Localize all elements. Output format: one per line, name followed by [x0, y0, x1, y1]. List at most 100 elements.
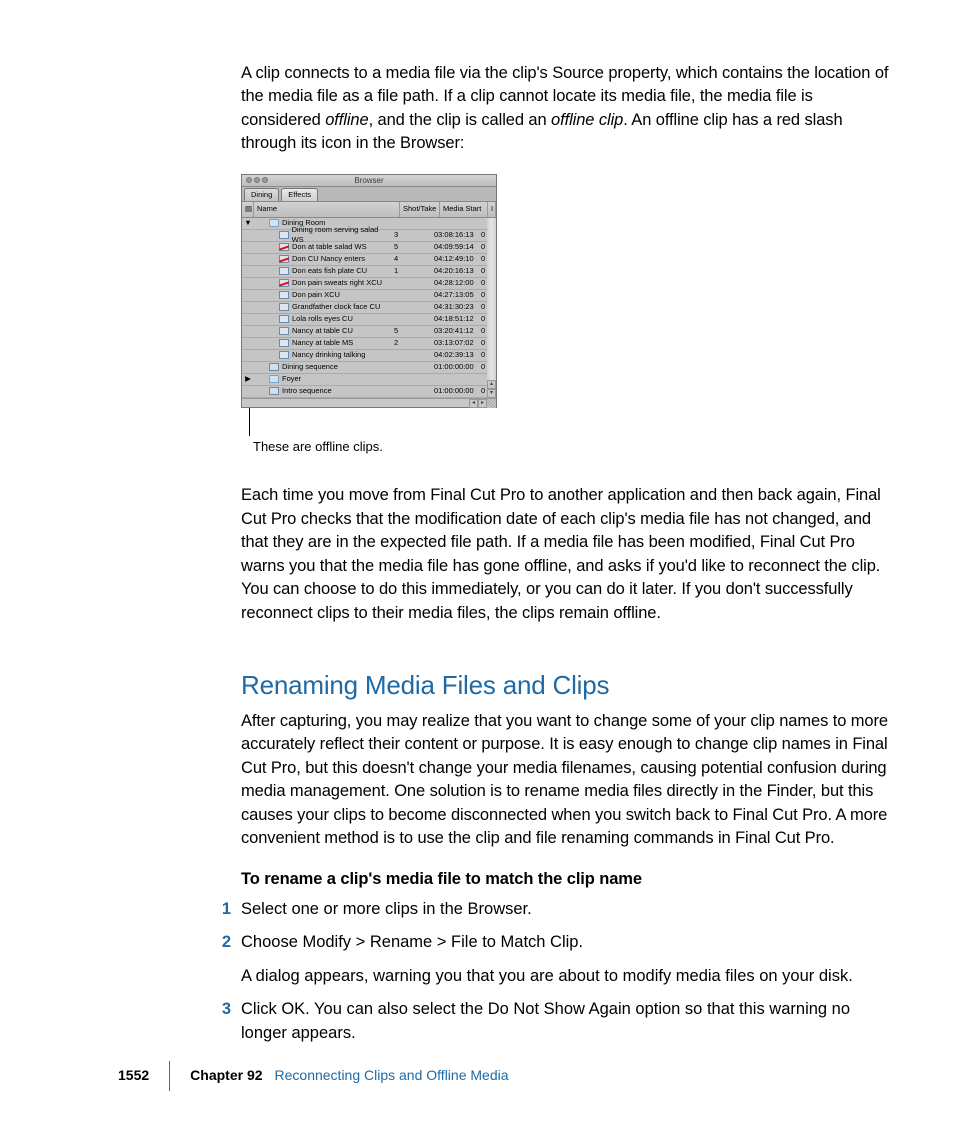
row-name: Nancy at table MS — [292, 338, 353, 349]
last-cell: 0 — [479, 242, 487, 253]
media-start-cell: 03:20:41:12 — [431, 326, 479, 337]
step-body: Choose Modify > Rename > File to Match C… — [241, 931, 894, 988]
offline-clip-icon — [279, 255, 289, 263]
name-cell: Don eats fish plate CU — [254, 266, 391, 277]
media-start-cell: 04:20:16:13 — [431, 266, 479, 277]
row-name: Foyer — [282, 374, 301, 385]
italic-term: offline clip — [551, 111, 623, 129]
name-cell: Foyer — [254, 374, 391, 385]
table-row[interactable]: Lola rolls eyes CU04:18:51:120 — [242, 314, 487, 326]
table-row[interactable]: Intro sequence01:00:00:000 — [242, 386, 487, 398]
last-cell: 0 — [479, 266, 487, 277]
name-cell: Lola rolls eyes CU — [254, 314, 391, 325]
rows-container: ▴ ▾ ▼Dining RoomDining room serving sala… — [242, 218, 496, 398]
table-row[interactable]: Dining sequence 01:00:00:000 — [242, 362, 487, 374]
table-row[interactable]: ▶ Foyer — [242, 374, 487, 386]
offline-clip-icon — [279, 243, 289, 251]
table-row[interactable]: Grandfather clock face CU04:31:30:230 — [242, 302, 487, 314]
media-start-cell: 01:00:00:00 — [431, 362, 479, 373]
name-cell: Intro sequence — [254, 386, 391, 397]
header-icon[interactable]: ▤ — [242, 202, 254, 217]
table-row[interactable]: Don at table salad WS504:09:59:140 — [242, 242, 487, 254]
scroll-down-icon[interactable]: ▾ — [487, 389, 496, 398]
horizontal-scrollbar[interactable]: ◂ ▸ — [242, 398, 496, 407]
sequence-icon — [269, 387, 279, 395]
name-cell: Dining sequence — [254, 362, 391, 373]
last-cell: 0 — [479, 314, 487, 325]
table-row[interactable]: Don CU Nancy enters404:12:49:100 — [242, 254, 487, 266]
task-heading: To rename a clip's media file to match t… — [241, 868, 894, 891]
clip-icon — [279, 351, 289, 359]
shot-cell: 3 — [391, 230, 431, 241]
table-row[interactable]: Don pain XCU04:27:13:050 — [242, 290, 487, 302]
shot-cell: 4 — [391, 254, 431, 265]
row-name: Don at table salad WS — [292, 242, 367, 253]
step-body: Click OK. You can also select the Do Not… — [241, 998, 894, 1045]
sequence-icon — [269, 363, 279, 371]
clip-icon — [279, 303, 289, 311]
table-row[interactable]: Nancy at table MS203:13:07:020 — [242, 338, 487, 350]
table-row[interactable]: Nancy at table CU503:20:41:120 — [242, 326, 487, 338]
content-column: A clip connects to a media file via the … — [178, 62, 894, 1045]
header-media[interactable]: Media Start — [440, 202, 488, 217]
page-number: 1552 — [118, 1066, 149, 1086]
disclosure-triangle-icon[interactable]: ▶ — [242, 374, 254, 385]
callout-line — [249, 408, 894, 436]
clip-icon — [279, 327, 289, 335]
figure-caption: These are offline clips. — [253, 438, 894, 456]
step-text: Click OK. You can also select the Do Not… — [241, 998, 894, 1045]
name-cell: Don pain sweats right XCU — [254, 278, 391, 289]
step: 2Choose Modify > Rename > File to Match … — [217, 931, 894, 988]
row-name: Don eats fish plate CU — [292, 266, 367, 277]
last-cell: 0 — [479, 254, 487, 265]
last-cell: 0 — [479, 230, 487, 241]
scroll-right-icon[interactable]: ▸ — [478, 399, 487, 408]
header-name[interactable]: Name — [254, 202, 400, 217]
page-footer: 1552 Chapter 92 Reconnecting Clips and O… — [0, 1061, 954, 1091]
resize-grip-icon[interactable] — [487, 399, 496, 408]
steps-list: 1Select one or more clips in the Browser… — [217, 898, 894, 1045]
scroll-left-icon[interactable]: ◂ — [469, 399, 478, 408]
last-cell: 0 — [479, 338, 487, 349]
table-row[interactable]: Don eats fish plate CU 104:20:16:130 — [242, 266, 487, 278]
disclosure-triangle-icon[interactable]: ▼ — [242, 218, 254, 229]
last-cell: 0 — [479, 362, 487, 373]
shot-cell: 1 — [391, 266, 431, 277]
shot-cell: 2 — [391, 338, 431, 349]
window-title: Browser — [242, 175, 496, 186]
row-name: Grandfather clock face CU — [292, 302, 380, 313]
media-start-cell: 04:31:30:23 — [431, 302, 479, 313]
section-heading: Renaming Media Files and Clips — [241, 667, 894, 704]
tab-dining[interactable]: Dining — [244, 188, 279, 202]
name-cell: Grandfather clock face CU — [254, 302, 391, 313]
tab-bar: Dining Effects — [242, 187, 496, 202]
vertical-scrollbar[interactable]: ▴ ▾ — [487, 218, 496, 398]
column-headers: ▤ Name Shot/Take Media Start I — [242, 201, 496, 218]
name-cell: Nancy drinking talking — [254, 350, 391, 361]
table-row[interactable]: Dining room serving salad WS303:08:16:13… — [242, 230, 487, 242]
step-text: Choose Modify > Rename > File to Match C… — [241, 931, 894, 954]
step-number: 1 — [217, 898, 241, 921]
table-row[interactable]: Nancy drinking talking 04:02:39:130 — [242, 350, 487, 362]
media-start-cell: 04:02:39:13 — [431, 350, 479, 361]
table-row[interactable]: Don pain sweats right XCU04:28:12:000 — [242, 278, 487, 290]
name-cell: Nancy at table MS — [254, 338, 391, 349]
row-name: Intro sequence — [282, 386, 332, 397]
header-shot[interactable]: Shot/Take — [400, 202, 440, 217]
text: , and the clip is called an — [369, 111, 551, 129]
scroll-up-icon[interactable]: ▴ — [487, 380, 496, 389]
step-number: 2 — [217, 931, 241, 988]
last-cell: 0 — [479, 350, 487, 361]
media-start-cell: 04:12:49:10 — [431, 254, 479, 265]
tab-effects[interactable]: Effects — [281, 188, 318, 202]
clip-icon — [279, 231, 289, 239]
last-cell: 0 — [479, 386, 487, 397]
name-cell: Nancy at table CU — [254, 326, 391, 337]
shot-cell: 5 — [391, 242, 431, 253]
step: 3Click OK. You can also select the Do No… — [217, 998, 894, 1045]
clip-icon — [279, 315, 289, 323]
header-last[interactable]: I — [488, 202, 496, 217]
body-paragraph: Each time you move from Final Cut Pro to… — [241, 484, 894, 625]
name-cell: Don pain XCU — [254, 290, 391, 301]
body-paragraph: After capturing, you may realize that yo… — [241, 710, 894, 851]
